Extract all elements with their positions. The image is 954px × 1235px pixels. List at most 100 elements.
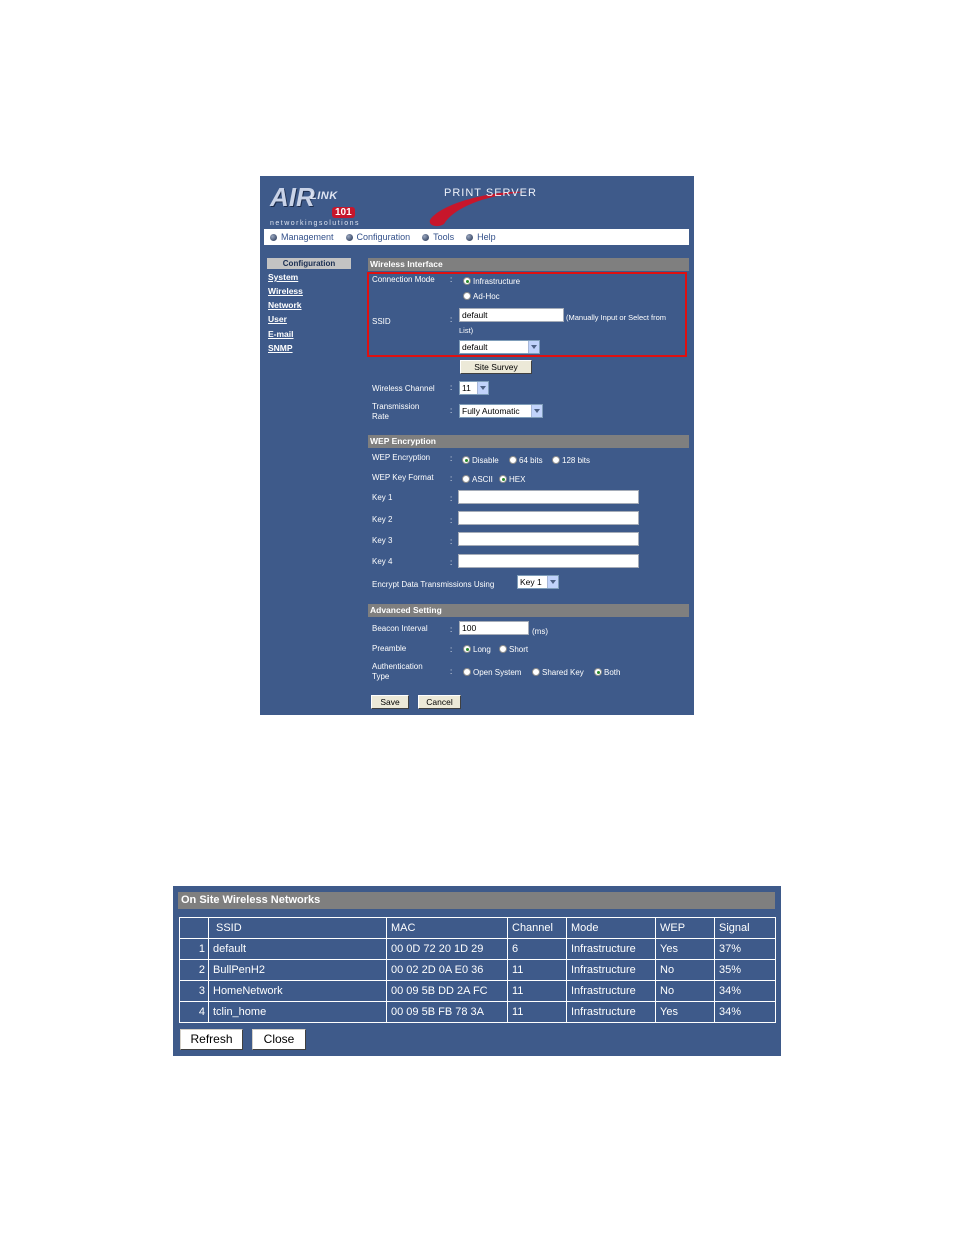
key-format-ascii-radio[interactable]: ASCII	[462, 475, 493, 484]
logo-sub-text: LINK	[310, 190, 338, 202]
wireless-channel-label: Wireless Channel	[372, 384, 435, 393]
cell-mac: 00 09 5B DD 2A FC	[386, 980, 508, 1002]
bullet-icon	[466, 233, 474, 241]
key-3-input[interactable]	[458, 532, 639, 546]
wep-128-label: 128 bits	[562, 456, 591, 465]
colon: :	[450, 645, 453, 654]
cell-channel: 11	[507, 1001, 567, 1023]
wep-64-label: 64 bits	[519, 456, 543, 465]
transmission-rate-select[interactable]: Fully Automatic	[459, 404, 543, 418]
key-format-hex-radio[interactable]: HEX	[499, 475, 525, 484]
table-header-row: SSID MAC Channel Mode WEP Signal	[179, 917, 776, 939]
radio-empty-icon	[463, 292, 471, 300]
ssid-select-value: default	[462, 342, 488, 352]
sidebar-item-snmp[interactable]: SNMP	[268, 343, 293, 353]
cell-signal: 35%	[714, 959, 776, 981]
column-header-mac: MAC	[386, 917, 508, 939]
colon: :	[450, 474, 453, 483]
colon: :	[450, 537, 453, 546]
cell-mac: 00 09 5B FB 78 3A	[386, 1001, 508, 1023]
column-header-wep: WEP	[655, 917, 715, 939]
preamble-long-radio[interactable]: Long	[463, 645, 491, 654]
survey-table: SSID MAC Channel Mode WEP Signal 1 defau…	[179, 917, 776, 1023]
wep-64-radio[interactable]: 64 bits	[509, 456, 543, 465]
encrypt-key-select[interactable]: Key 1	[517, 575, 559, 589]
preamble-short-radio[interactable]: Short	[499, 645, 528, 654]
sidebar-item-email[interactable]: E-mail	[268, 329, 294, 339]
wep-encryption-label: WEP Encryption	[372, 453, 431, 462]
cell-signal: 34%	[714, 1001, 776, 1023]
mode-adhoc-radio[interactable]: Ad-Hoc	[463, 292, 500, 301]
sidebar-heading: Configuration	[267, 258, 351, 269]
auth-type-label-2: Type	[372, 672, 390, 681]
auth-shared-key-radio[interactable]: Shared Key	[532, 668, 584, 677]
cell-ssid[interactable]: default	[208, 938, 387, 960]
menu-tools[interactable]: Tools	[422, 232, 454, 242]
encrypt-using-label: Encrypt Data Transmissions Using	[372, 580, 495, 589]
cell-index: 3	[179, 980, 209, 1002]
radio-empty-icon	[463, 668, 471, 676]
radio-selected-icon	[463, 645, 471, 653]
cell-mode: Infrastructure	[566, 980, 656, 1002]
refresh-button[interactable]: Refresh	[180, 1029, 243, 1050]
key-2-input[interactable]	[458, 511, 639, 525]
cell-ssid[interactable]: tclin_home	[208, 1001, 387, 1023]
beacon-interval-input[interactable]: 100	[459, 621, 529, 635]
sidebar-item-network[interactable]: Network	[268, 300, 302, 310]
top-menu-bar: Management Configuration Tools Help	[264, 229, 689, 245]
wep-128-radio[interactable]: 128 bits	[552, 456, 590, 465]
table-row[interactable]: 1 default 00 0D 72 20 1D 29 6 Infrastruc…	[179, 938, 776, 960]
menu-management[interactable]: Management	[270, 232, 334, 242]
table-row[interactable]: 3 HomeNetwork 00 09 5B DD 2A FC 11 Infra…	[179, 980, 776, 1002]
save-button[interactable]: Save	[371, 695, 409, 709]
key-4-input[interactable]	[458, 554, 639, 568]
sidebar-item-system[interactable]: System	[268, 272, 298, 282]
table-row[interactable]: 4 tclin_home 00 09 5B FB 78 3A 11 Infras…	[179, 1001, 776, 1023]
colon: :	[450, 383, 453, 392]
column-header-ssid: SSID	[208, 917, 387, 939]
preamble-long-label: Long	[473, 645, 491, 654]
menu-help[interactable]: Help	[466, 232, 496, 242]
chevron-down-icon	[477, 382, 488, 394]
survey-title: On Site Wireless Networks	[178, 892, 775, 909]
cell-mode: Infrastructure	[566, 1001, 656, 1023]
close-button[interactable]: Close	[252, 1029, 306, 1050]
table-row[interactable]: 2 BullPenH2 00 02 2D 0A E0 36 11 Infrast…	[179, 959, 776, 981]
bullet-icon	[422, 233, 430, 241]
radio-empty-icon	[462, 475, 470, 483]
mode-infrastructure-radio[interactable]: Infrastructure	[463, 277, 520, 286]
cell-signal: 37%	[714, 938, 776, 960]
wep-encryption-header: WEP Encryption	[368, 435, 689, 448]
cell-channel: 11	[507, 980, 567, 1002]
cell-mode: Infrastructure	[566, 938, 656, 960]
auth-both-radio[interactable]: Both	[594, 668, 620, 677]
site-survey-window: On Site Wireless Networks SSID MAC Chann…	[173, 886, 781, 1056]
colon: :	[450, 625, 453, 634]
auth-open-system-radio[interactable]: Open System	[463, 668, 521, 677]
cell-channel: 11	[507, 959, 567, 981]
column-header-channel: Channel	[507, 917, 567, 939]
radio-empty-icon	[552, 456, 560, 464]
cell-ssid[interactable]: BullPenH2	[208, 959, 387, 981]
ssid-select[interactable]: default	[459, 340, 540, 354]
site-survey-button[interactable]: Site Survey	[460, 360, 532, 374]
cell-ssid[interactable]: HomeNetwork	[208, 980, 387, 1002]
preamble-short-label: Short	[509, 645, 529, 654]
wireless-interface-header: Wireless Interface	[368, 258, 689, 271]
key-1-input[interactable]	[458, 490, 639, 504]
sidebar-item-user[interactable]: User	[268, 314, 287, 324]
ssid-label: SSID	[372, 317, 391, 326]
wep-disable-radio[interactable]: Disable	[462, 456, 499, 465]
connection-mode-label: Connection Mode	[372, 275, 435, 284]
ssid-input[interactable]: default	[459, 308, 564, 322]
preamble-label: Preamble	[372, 644, 407, 653]
cancel-button[interactable]: Cancel	[418, 695, 461, 709]
logo-main-text: AIR	[270, 182, 315, 212]
channel-select[interactable]: 11	[459, 381, 489, 395]
cell-index: 1	[179, 938, 209, 960]
menu-configuration[interactable]: Configuration	[345, 232, 410, 242]
sidebar-item-wireless[interactable]: Wireless	[268, 286, 303, 296]
key-1-label: Key 1	[372, 493, 393, 502]
colon: :	[450, 454, 453, 463]
cell-wep: Yes	[655, 938, 715, 960]
